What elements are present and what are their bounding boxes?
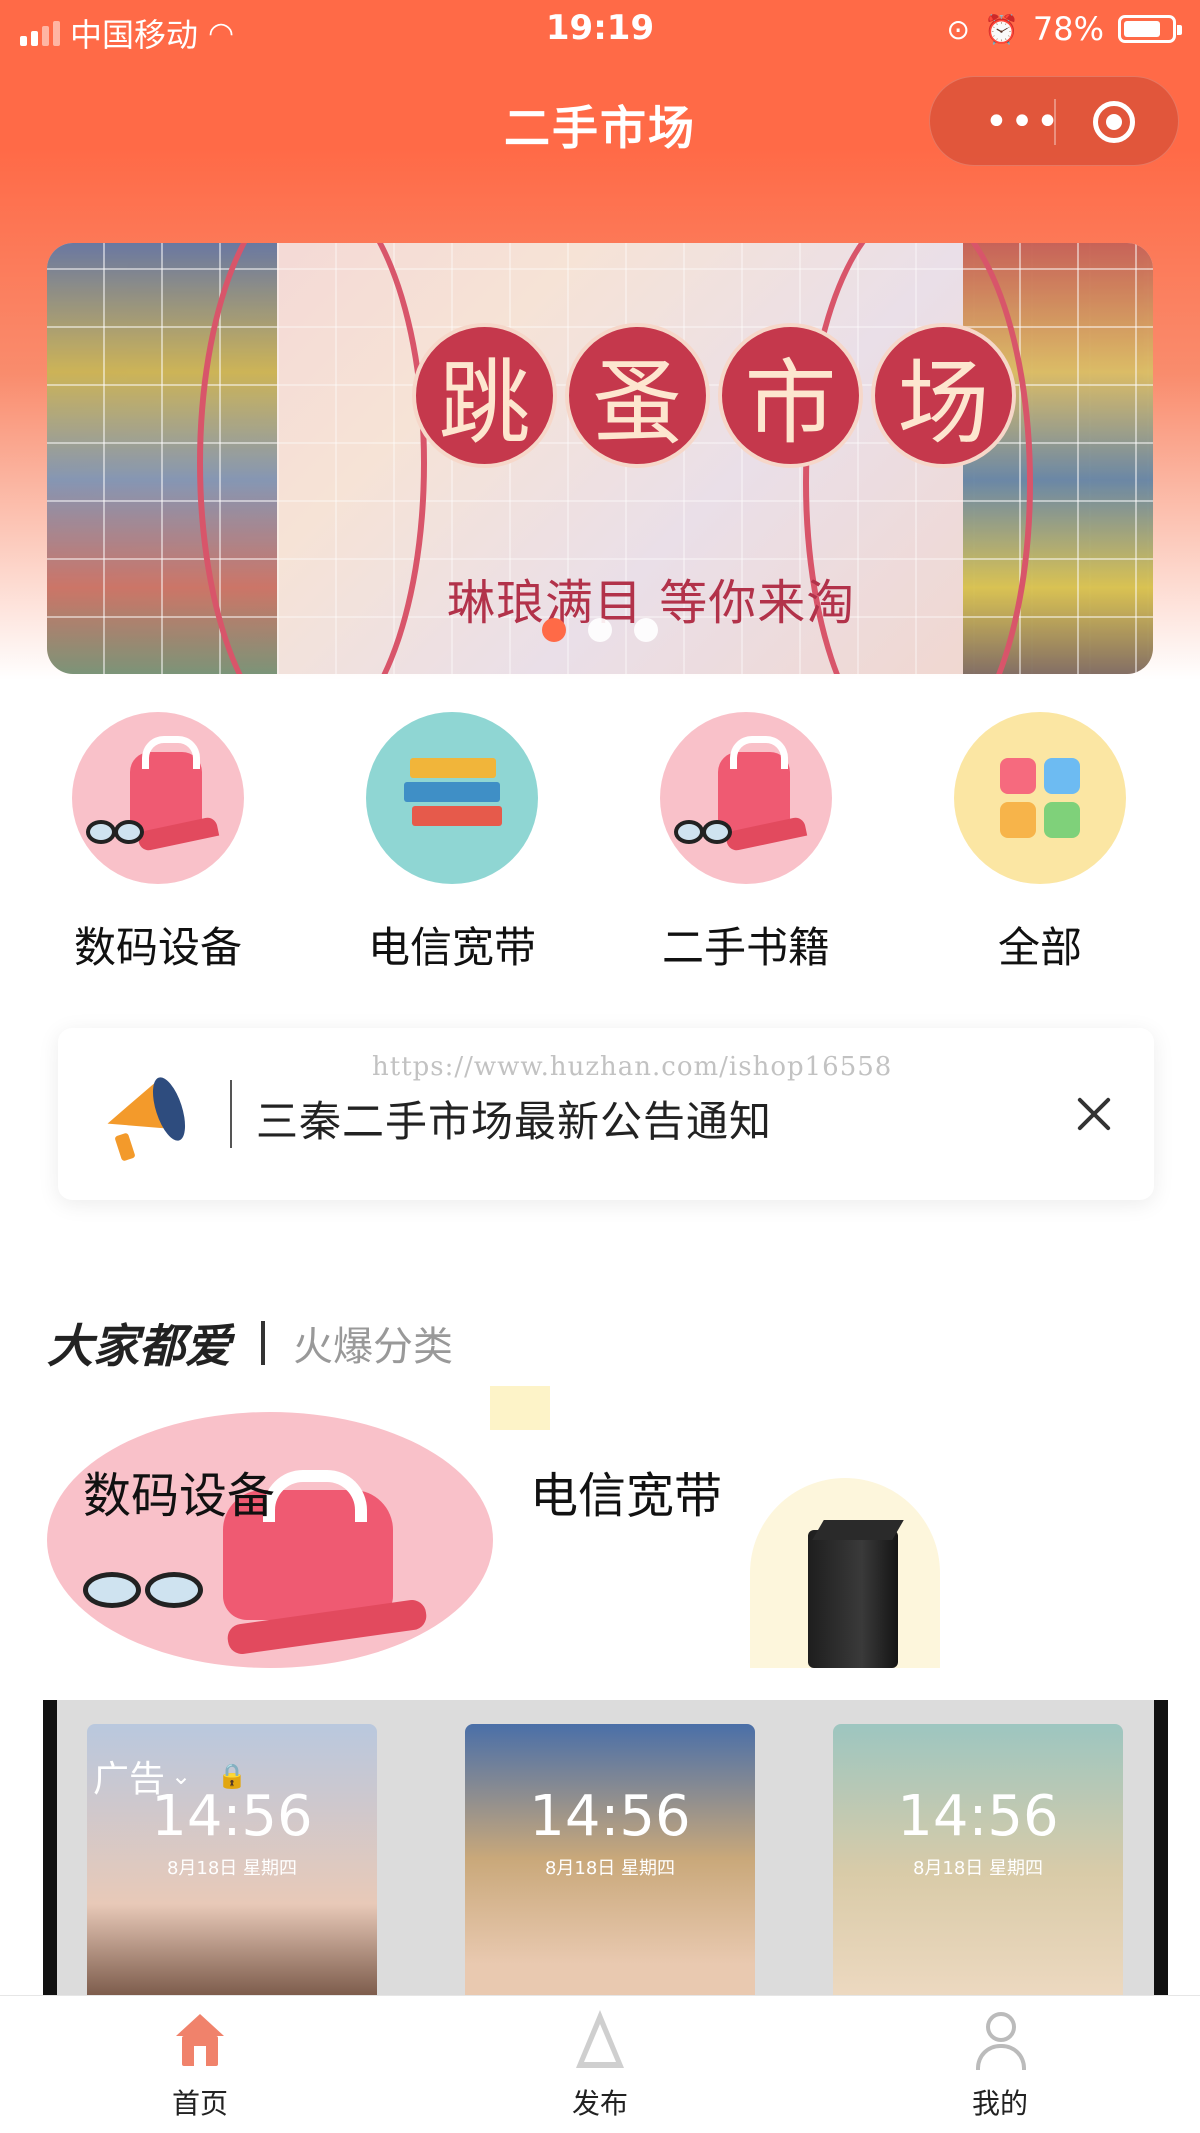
hard-drive-icon <box>808 1530 898 1668</box>
category-label: 全部 <box>997 923 1082 972</box>
tab-label: 发布 <box>571 2087 628 2120</box>
notice-divider <box>230 1080 232 1148</box>
category-item-telecom[interactable]: 电信宽带 <box>342 712 562 975</box>
tab-label: 首页 <box>171 2087 228 2120</box>
tab-label: 我的 <box>971 2087 1028 2120</box>
carousel-dot[interactable] <box>542 618 566 642</box>
decor-block <box>490 1386 550 1430</box>
lock-icon: 🔒 <box>217 1762 248 1790</box>
user-icon <box>970 2010 1030 2070</box>
category-grid: 数码设备 电信宽带 二手书籍 全部 <box>0 712 1200 982</box>
ad-phone-image: 14:56 8月18日 星期四 <box>465 1724 755 2000</box>
phone-time: 14:56 <box>529 1784 691 1849</box>
banner-title: 跳 蚤 市 场 <box>412 323 1016 468</box>
popular-card-label: 数码设备 <box>83 1468 276 1524</box>
books-icon <box>366 712 538 884</box>
tab-mine[interactable]: 我的 <box>900 2010 1100 2122</box>
banner-carousel[interactable]: 跳 蚤 市 场 琳琅满目 等你来淘 <box>47 243 1153 674</box>
phone-time: 14:56 <box>897 1784 1059 1849</box>
ad-tag-label: 广告 <box>93 1759 166 1800</box>
ad-tag[interactable]: 广告 ⌄ 🔒 <box>93 1750 247 1802</box>
watermark: https://www.huzhan.com/ishop16558 <box>372 1052 893 1082</box>
alarm-icon: ⏰ <box>984 12 1019 46</box>
section-divider <box>261 1321 265 1365</box>
status-right: ⊙ ⏰ 78% <box>946 10 1182 48</box>
banner-title-char: 市 <box>718 323 863 468</box>
battery-fill <box>1124 21 1160 37</box>
carousel-indicators <box>542 618 658 642</box>
target-icon[interactable] <box>1093 101 1135 143</box>
phone-date: 8月18日 星期四 <box>912 1858 1044 1879</box>
phone-date: 8月18日 星期四 <box>544 1858 676 1879</box>
banner-cloud-left <box>197 243 427 674</box>
status-bar: 中国移动 ◠ 19:19 ⊙ ⏰ 78% <box>0 0 1200 62</box>
tab-bar: 首页 发布 我的 <box>0 1995 1200 2133</box>
megaphone-icon <box>88 1064 192 1164</box>
banner-title-char: 场 <box>871 323 1016 468</box>
section-title: 大家都爱 <box>47 1319 231 1373</box>
home-icon <box>170 2010 230 2070</box>
battery-percent: 78% <box>1032 10 1104 48</box>
category-label: 数码设备 <box>73 923 242 972</box>
ad-phone-image: 14:56 8月18日 星期四 <box>833 1724 1123 2000</box>
grid-tiles-icon <box>954 712 1126 884</box>
section-heading: 大家都爱 火爆分类 <box>47 1310 453 1376</box>
bag-heels-icon <box>47 1412 493 1668</box>
notice-text: 三秦二手市场最新公告通知 <box>256 1097 773 1146</box>
ad-banner[interactable]: 14:56 8月18日 星期四 14:56 8月18日 星期四 14:56 8月… <box>43 1700 1168 2000</box>
more-dots-icon[interactable]: ••• <box>968 77 1078 167</box>
category-label: 电信宽带 <box>367 923 536 972</box>
popular-card-label: 电信宽带 <box>530 1468 723 1524</box>
tab-publish[interactable]: 发布 <box>500 2010 700 2122</box>
send-icon <box>570 2010 630 2070</box>
battery-icon <box>1118 15 1182 43</box>
popular-card-digital[interactable]: 数码设备 <box>47 1412 493 1668</box>
category-label: 二手书籍 <box>661 923 830 972</box>
bag-heels-icon <box>72 712 244 884</box>
chevron-down-icon: ⌄ <box>171 1762 192 1790</box>
banner-title-char: 跳 <box>412 323 557 468</box>
carousel-dot[interactable] <box>634 618 658 642</box>
phone-date: 8月18日 星期四 <box>166 1858 298 1879</box>
lock-rotation-icon: ⊙ <box>946 12 970 46</box>
category-item-books[interactable]: 二手书籍 <box>636 712 856 975</box>
close-icon[interactable] <box>1070 1090 1118 1138</box>
capsule-divider <box>1054 99 1056 145</box>
popular-card-telecom[interactable]: 电信宽带 <box>490 1386 940 1668</box>
tab-home[interactable]: 首页 <box>100 2010 300 2122</box>
section-subtitle: 火爆分类 <box>293 1324 453 1370</box>
category-item-all[interactable]: 全部 <box>930 712 1150 975</box>
banner-title-char: 蚤 <box>565 323 710 468</box>
bag-heels-icon <box>660 712 832 884</box>
carousel-dot[interactable] <box>588 618 612 642</box>
category-item-digital[interactable]: 数码设备 <box>48 712 268 975</box>
mini-program-capsule: ••• <box>929 76 1179 166</box>
